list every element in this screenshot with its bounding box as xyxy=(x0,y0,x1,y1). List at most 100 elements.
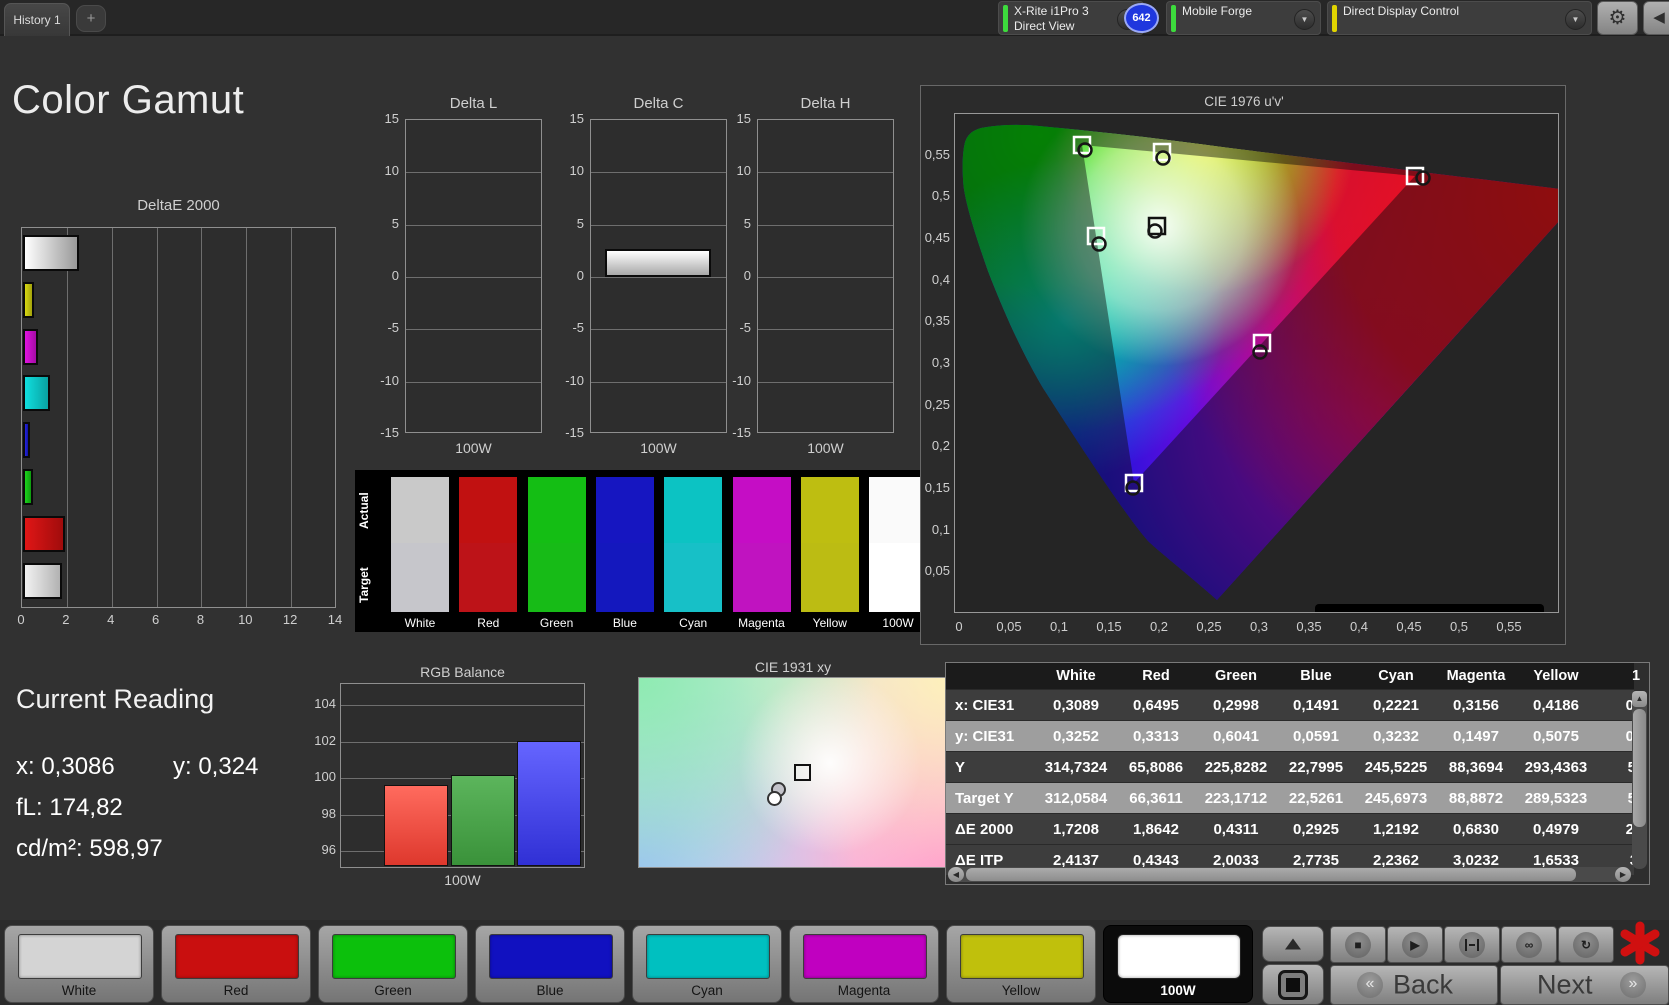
table-header-cell: Green xyxy=(1215,668,1257,684)
target-swatch xyxy=(459,543,518,612)
stop-button[interactable]: ■ xyxy=(1330,926,1386,963)
table-cell: 0,6830 xyxy=(1453,821,1499,838)
table-cell: 0,6041 xyxy=(1213,728,1259,745)
cie1931-diagram xyxy=(638,677,948,868)
pattern-button-green[interactable]: Green xyxy=(318,925,468,1003)
display-control-name: Direct Display Control xyxy=(1343,4,1460,18)
pattern-label: Green xyxy=(374,983,412,998)
deltae-bar-cyan xyxy=(23,375,51,412)
swatch-column-magenta: Magenta xyxy=(732,477,791,632)
table-cell: 1,8642 xyxy=(1133,821,1179,838)
table-row-y-cie31: y: CIE31 0,3252 0,3313 0,6041 0,0591 0,3232 0,… xyxy=(946,720,1646,751)
back-button[interactable]: « Back xyxy=(1330,965,1498,1005)
add-tab-button[interactable]: + xyxy=(76,5,106,32)
actual-swatch xyxy=(391,477,449,543)
pattern-label: White xyxy=(61,983,97,998)
chevron-down-icon[interactable]: ▼ xyxy=(1565,9,1586,30)
deltae-gridline xyxy=(246,228,248,607)
pattern-window-button[interactable] xyxy=(1262,964,1324,1005)
deltae-bar-magenta xyxy=(23,328,39,365)
swatch-column-blue: Blue xyxy=(595,477,654,632)
cie1976-x-tick: 0,4 xyxy=(1349,619,1369,634)
pattern-window-up-button[interactable] xyxy=(1262,926,1324,962)
swatch-column-cyan: Cyan xyxy=(664,477,723,632)
pattern-swatch xyxy=(646,934,770,979)
table-cell: 0,3156 xyxy=(1453,697,1499,714)
table-horizontal-scrollbar[interactable]: ◀ ▶ xyxy=(948,867,1631,882)
table-header-cell: White xyxy=(1056,668,1096,684)
cie1976-x-tick: 0,45 xyxy=(1396,619,1422,634)
settings-button[interactable]: ⚙ xyxy=(1597,1,1638,35)
target-swatch xyxy=(800,543,859,612)
pattern-button-magenta[interactable]: Magenta xyxy=(789,925,939,1003)
pattern-button-yellow[interactable]: Yellow xyxy=(946,925,1096,1003)
deltae-x-tick: 4 xyxy=(107,612,115,627)
next-button[interactable]: Next » xyxy=(1500,965,1669,1005)
single-measure-button[interactable] xyxy=(1444,926,1500,963)
current-reading-title: Current Reading xyxy=(16,684,215,714)
cie1976-horseshoe xyxy=(962,124,1558,600)
gamut-coverage-readout: Gamut Coverage: 102,8% xyxy=(1314,604,1544,612)
swatch-label: Yellow xyxy=(812,616,847,630)
target-swatch xyxy=(732,543,791,612)
scroll-right-icon[interactable]: ▶ xyxy=(1615,867,1631,882)
table-row-x-cie31: x: CIE31 0,3089 0,6495 0,2998 0,1491 0,2221 0,… xyxy=(946,689,1646,720)
pattern-button-red[interactable]: Red xyxy=(161,925,311,1003)
delta-y-tick: 15 xyxy=(569,111,584,126)
pattern-button-white[interactable]: White xyxy=(4,925,154,1003)
table-cell: 225,8282 xyxy=(1204,759,1268,776)
actual-target-swatch-panel: Actual Target White Red Green Blue Cyan Magen… xyxy=(355,470,928,632)
source-dropdown[interactable]: Mobile Forge ▼ xyxy=(1166,1,1321,35)
actual-swatch xyxy=(869,477,928,543)
scroll-up-icon[interactable]: ▲ xyxy=(1632,691,1647,707)
deltae2000-x-axis: 0 2 4 6 8 10 12 14 xyxy=(17,612,342,628)
table-header-cell: Cyan xyxy=(1378,668,1414,684)
swatch-label: Magenta xyxy=(738,616,785,630)
pattern-swatch xyxy=(803,934,927,979)
table-cell: 245,5225 xyxy=(1364,759,1428,776)
table-cell: 0,1491 xyxy=(1293,697,1339,714)
deltae-bar-green xyxy=(23,469,33,505)
cie1976-y-tick: 0,4 xyxy=(931,271,950,287)
swatch-column-white: White xyxy=(391,477,449,632)
pattern-button-cyan[interactable]: Cyan xyxy=(632,925,782,1003)
delta-y-tick: 5 xyxy=(391,215,399,231)
table-cell: 1,7208 xyxy=(1053,821,1099,838)
cie1976-x-tick: 0,1 xyxy=(1049,619,1069,634)
deltae-bar-blue xyxy=(23,422,30,459)
scroll-left-icon[interactable]: ◀ xyxy=(948,867,964,882)
display-control-status-bar xyxy=(1332,5,1337,32)
delta-gridline xyxy=(591,276,726,278)
pattern-button-blue[interactable]: Blue xyxy=(475,925,625,1003)
meter-dropdown[interactable]: X-Rite i1Pro 3 Direct View ▼ xyxy=(998,1,1144,35)
infinity-icon: ∞ xyxy=(1516,931,1542,958)
target-row-label: Target xyxy=(357,567,371,603)
horizontal-scroll-thumb[interactable] xyxy=(966,868,1576,881)
refresh-icon: ↻ xyxy=(1573,931,1599,958)
table-cell: 0,4311 xyxy=(1213,821,1259,838)
pattern-swatch xyxy=(175,934,299,979)
continuous-measure-button[interactable]: ∞ xyxy=(1501,926,1557,963)
display-control-dropdown[interactable]: Direct Display Control ▼ xyxy=(1327,1,1592,35)
cie1976-y-tick: 0,55 xyxy=(924,146,950,162)
play-icon: ▶ xyxy=(1402,931,1428,958)
table-cell: 0,0591 xyxy=(1293,728,1339,745)
measurement-table: White Red Green Blue Cyan Magenta Yellow 1 x: C… xyxy=(945,662,1650,885)
vertical-scroll-thumb[interactable] xyxy=(1633,709,1646,827)
delta-gridline xyxy=(591,224,726,226)
delta-gridline xyxy=(406,381,541,383)
table-header-cell xyxy=(946,663,1036,689)
collapse-panel-button[interactable]: ◀ xyxy=(1643,1,1669,35)
next-chevron-icon: » xyxy=(1620,972,1646,998)
chevron-down-icon[interactable]: ▼ xyxy=(1294,9,1315,30)
delta-gridline xyxy=(591,172,726,174)
table-vertical-scrollbar[interactable]: ▲ xyxy=(1632,691,1647,869)
refresh-button[interactable]: ↻ xyxy=(1558,926,1614,963)
table-row-label: y: CIE31 xyxy=(955,728,1015,745)
play-button[interactable]: ▶ xyxy=(1387,926,1443,963)
actual-swatch xyxy=(527,477,586,543)
pattern-button-100w[interactable]: 100W xyxy=(1103,925,1253,1003)
table-cell: 312,0584 xyxy=(1044,790,1108,807)
table-cell: 66,3611 xyxy=(1129,790,1183,807)
tab-history-1[interactable]: History 1 xyxy=(4,3,70,36)
